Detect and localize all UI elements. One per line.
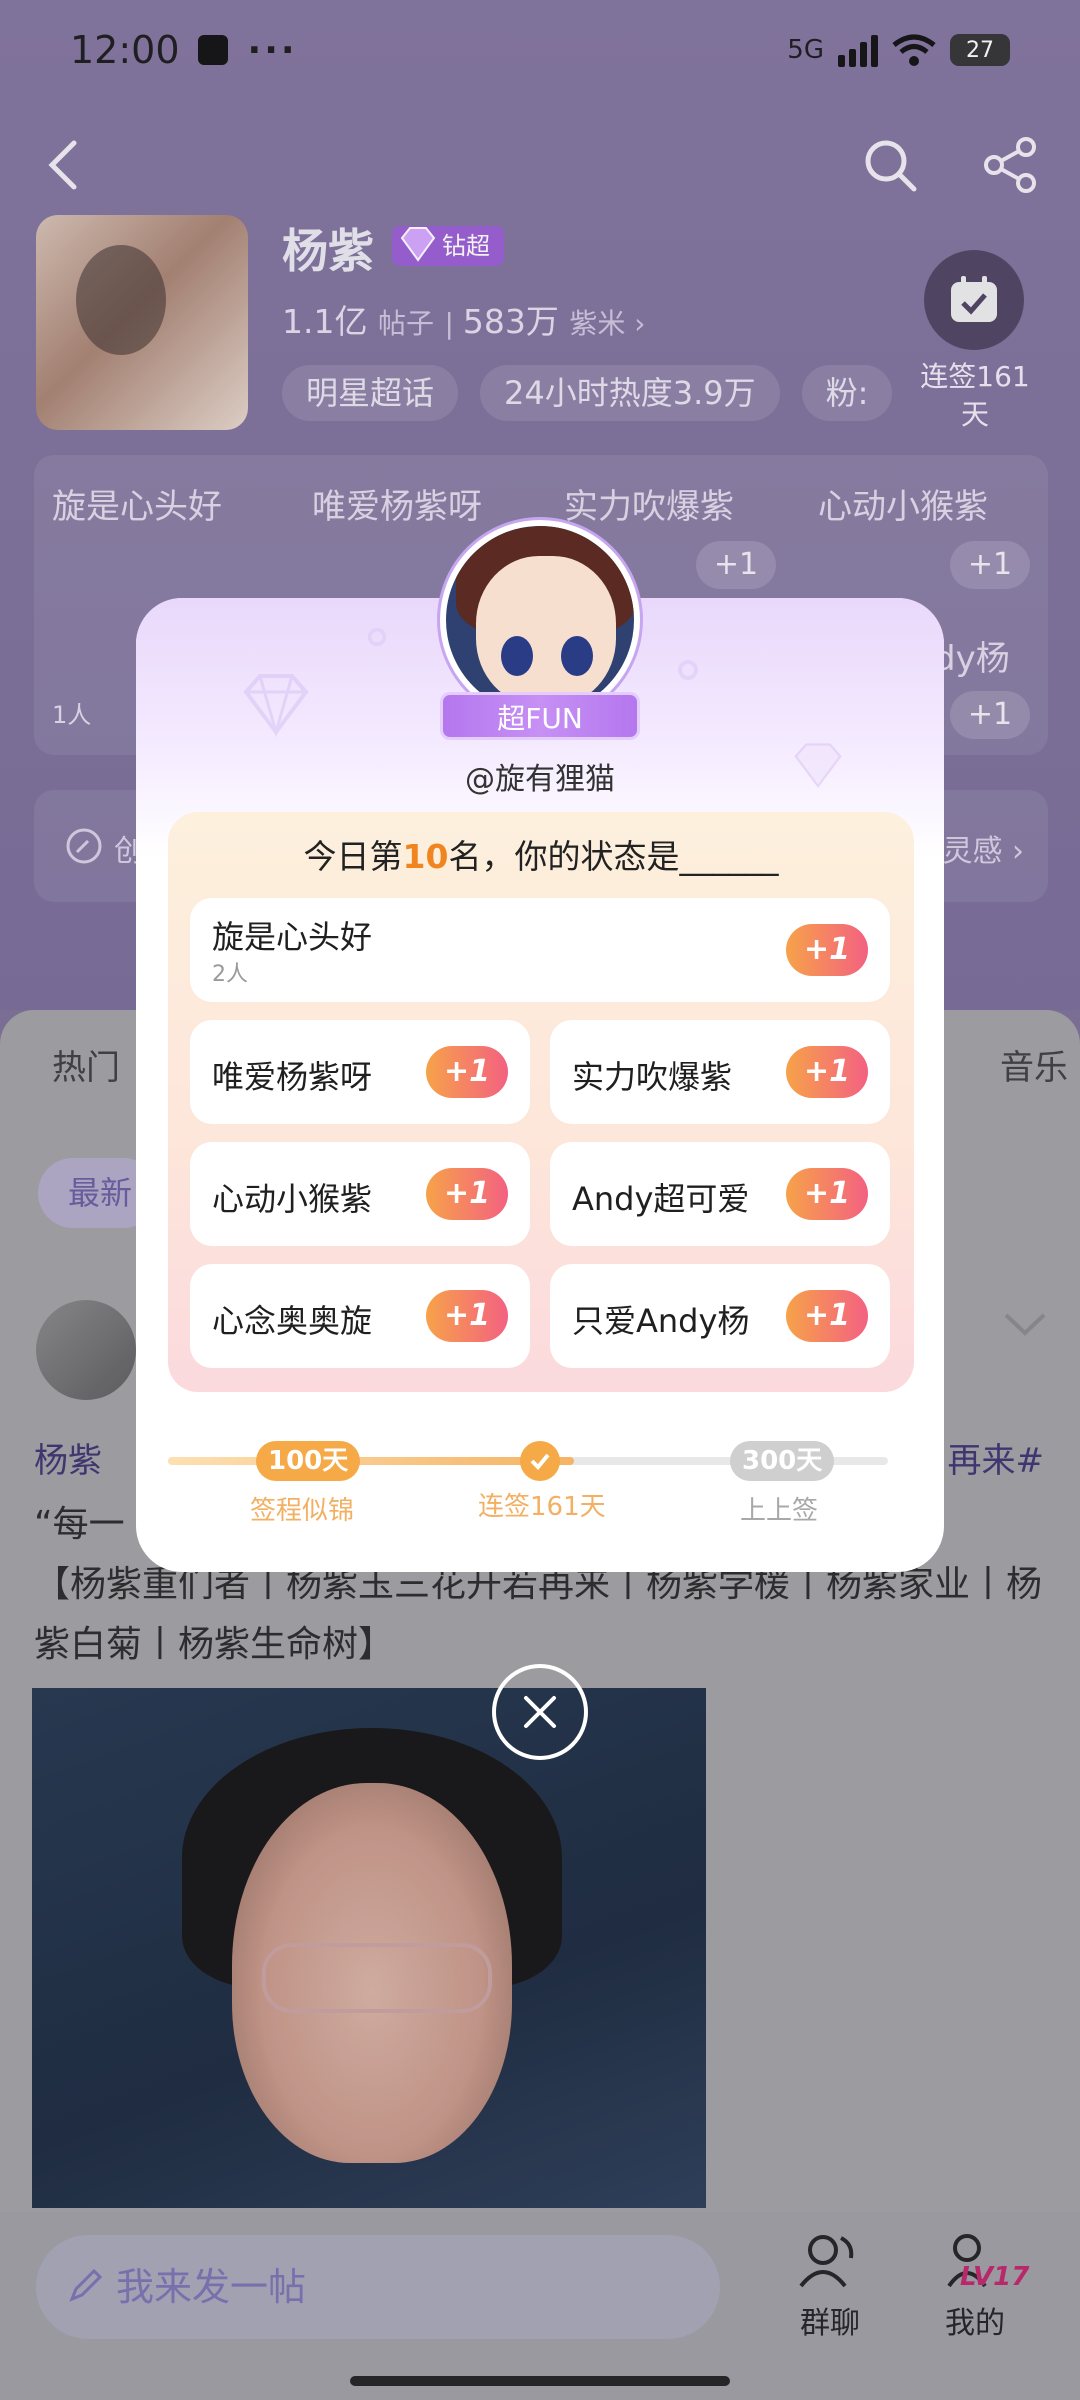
decor-diamond-icon — [794, 743, 842, 788]
close-modal-button[interactable] — [492, 1664, 588, 1760]
milestone-100-label: 签程似锦 — [250, 1496, 355, 1526]
status-option[interactable]: 心动小猴紫 +1 — [190, 1142, 530, 1246]
option-count: 2人 — [212, 962, 248, 987]
decor-diamond-icon — [243, 674, 309, 738]
plus-one-button[interactable]: +1 — [786, 1046, 868, 1098]
status-option[interactable]: 唯爱杨紫呀 +1 — [190, 1020, 530, 1124]
option-label: 只爱Andy杨 — [572, 1302, 750, 1340]
milestone-300-label: 上上签 — [740, 1496, 819, 1526]
plus-one-button[interactable]: +1 — [786, 924, 868, 976]
status-option[interactable]: 旋是心头好 2人 +1 — [190, 898, 890, 1002]
plus-one-button[interactable]: +1 — [426, 1290, 508, 1342]
current-streak-check-icon — [520, 1441, 560, 1481]
fun-ribbon: 超FUN — [440, 692, 640, 740]
option-label: 实力吹爆紫 — [572, 1058, 733, 1096]
option-label: 唯爱杨紫呀 — [212, 1058, 373, 1096]
status-option[interactable]: 心念奥奥旋 +1 — [190, 1264, 530, 1368]
option-label: 旋是心头好 — [212, 918, 373, 956]
question-prefix: 今日第 — [303, 837, 403, 876]
option-label: 心念奥奥旋 — [212, 1302, 373, 1340]
status-option[interactable]: 实力吹爆紫 +1 — [550, 1020, 890, 1124]
plus-one-button[interactable]: +1 — [786, 1290, 868, 1342]
avatar-eye — [561, 636, 593, 676]
status-option[interactable]: Andy超可爱 +1 — [550, 1142, 890, 1246]
option-label: Andy超可爱 — [572, 1180, 750, 1218]
question-rank: 10 — [402, 837, 449, 876]
close-icon — [524, 1696, 556, 1728]
plus-one-button[interactable]: +1 — [786, 1168, 868, 1220]
question-suffix: 名，你的状态是______ — [448, 837, 779, 876]
streak-progress-fill — [168, 1457, 574, 1465]
milestone-300-days: 300天 — [730, 1441, 835, 1481]
question-title: 今日第10名，你的状态是______ — [168, 830, 914, 878]
avatar-eye — [501, 636, 533, 676]
option-label: 心动小猴紫 — [212, 1180, 373, 1218]
current-streak-label: 连签161天 — [478, 1492, 606, 1522]
decor-circle-icon — [367, 627, 387, 647]
milestone-100-days: 100天 — [256, 1441, 361, 1481]
plus-one-button[interactable]: +1 — [426, 1046, 508, 1098]
username: @旋有狸猫 — [465, 762, 615, 797]
plus-one-button[interactable]: +1 — [426, 1168, 508, 1220]
decor-circle-icon — [678, 660, 698, 680]
status-option[interactable]: 只爱Andy杨 +1 — [550, 1264, 890, 1368]
avatar-face — [476, 556, 616, 706]
user-avatar — [440, 520, 640, 720]
